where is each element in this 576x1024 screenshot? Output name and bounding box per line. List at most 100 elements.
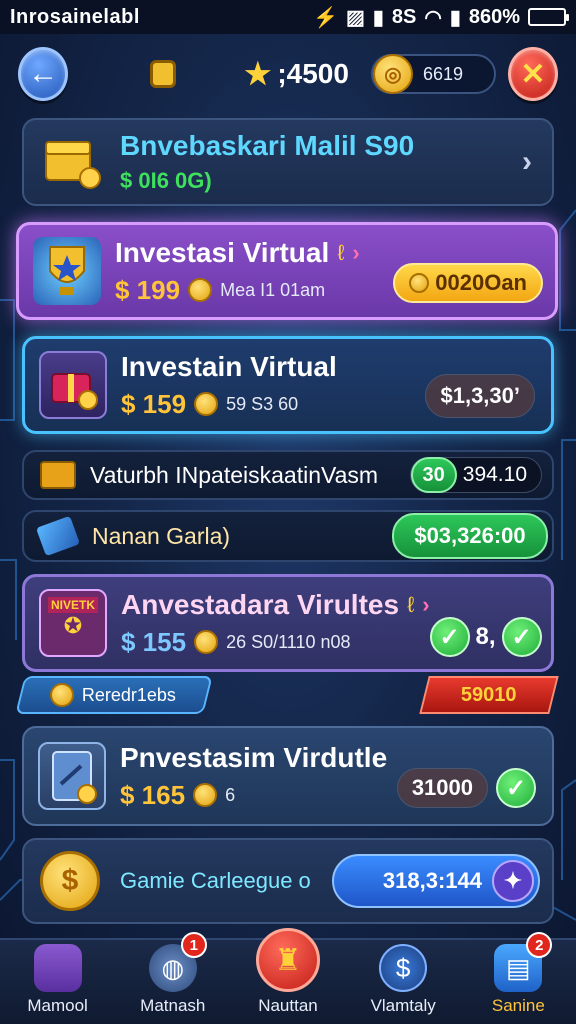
coin-icon [188,278,213,302]
notification-badge: 1 [180,932,207,958]
nav-label: Matnash [140,996,206,1015]
pill-value: 318,3:144 [382,868,482,893]
nav-label: Sanine [491,996,545,1015]
close-button[interactable]: ✕ [507,47,559,101]
card-price: $ 0I6 0G) [120,168,212,193]
nav-item-nauttan[interactable]: ♜ Nauttan [238,928,338,1016]
close-icon: ✕ [520,57,546,91]
coin-icon [50,683,74,707]
investment-card-1[interactable]: Investasi Virtual ℓ › $ 199 Mea I1 01am … [16,222,558,320]
investment-card-2[interactable]: Investain Virtual $ 159 59 S3 60 $1,3,30… [22,336,554,434]
coin-icon [409,273,430,293]
wallet-icon [33,944,82,992]
pill-value: $1,3,30ʼ [440,383,520,408]
back-button[interactable]: ← [18,47,69,101]
star-score: ★ ;4500 [244,57,349,92]
card-stack-icon [35,515,81,557]
wifi-icon: ◠ [424,6,442,29]
check-icon[interactable]: ✓ [501,617,542,657]
card-title: Anvestadara Virultes [121,588,400,620]
coin-icon [193,783,218,807]
coin-icon [194,392,219,416]
check-icon[interactable]: ✓ [496,768,536,808]
gold-coin-icon: $ [40,851,100,911]
emblem-icon: ✪ [63,613,83,638]
pill-value: 8, [475,623,496,650]
card-value-pill[interactable]: $03,326:00 [392,513,548,559]
certificate-icon: NIVETK ✪ [39,589,107,657]
star-badge-icon: ✦ [492,860,534,902]
coin-balance-value: 6619 [422,63,463,84]
chevron-right-icon[interactable]: › [522,145,532,179]
nav-item-matnash[interactable]: 1 ◍ Matnash [123,932,223,1016]
investment-card-4[interactable]: Nanan Garla) $03,326:00 [22,510,554,562]
charge-icon: ⚡ [313,6,338,29]
card-subtext: 6 [225,784,236,805]
card-title: Investain Virtual [121,350,337,382]
bonus-value: 59010 [461,683,517,706]
card-action-pill[interactable]: 0020Oan [393,263,543,303]
trophy-icon: ♜ [255,928,320,992]
card-price: $ 155 [121,626,187,657]
dollar-icon: $ [379,944,428,992]
coin-icon: ◎ [372,54,413,94]
card-title: Vaturbh INpateiskaatinVasm [90,461,379,488]
check-icon[interactable]: ✓ [429,617,470,657]
card-value-pill[interactable]: 30 394.10 [409,457,542,493]
carrier-name: Inrosainelabl [10,5,140,28]
pill-value: 394.10 [462,463,527,486]
card-title: Bnvebaskari Malil S90 [120,130,415,161]
signal-icon: ▮ [372,6,384,29]
card-subtext: Mea I1 01am [220,279,326,300]
notification-badge: 2 [526,932,553,958]
card-title: Nanan Garla) [92,522,231,549]
nav-item-vlamtaly[interactable]: $ Vlamtaly [353,944,453,1016]
battery-percent: 860% [468,5,520,28]
pin-icon: ℓ [337,239,345,265]
trophy-shield-icon [33,237,101,305]
bonus-ribbon[interactable]: 59010 [419,676,559,714]
investment-card-5[interactable]: NIVETK ✪ Anvestadara Virultes ℓ › $ 155 … [22,574,554,672]
investment-card-3[interactable]: Vaturbh INpateiskaatinVasm 30 394.10 [22,450,554,500]
card-price: $ 165 [120,779,186,810]
card-price: $ 199 [115,274,181,305]
image-icon: ▨ [345,6,365,29]
card-value-pill[interactable]: 318,3:144 ✦ [332,854,540,908]
rewards-label: Reredr1ebs [82,684,177,705]
battery-icon [528,8,569,26]
pill-value: 0020Oan [435,270,527,295]
inventory-icon[interactable] [150,60,177,88]
chevron-right-icon: › [422,591,430,617]
rewards-ribbon[interactable]: Reredr1ebs [15,676,213,714]
top-bar: ← ★ ;4500 ◎ 6619 ✕ [0,38,576,110]
investment-card-7[interactable]: $ Gamie Carleegue o 318,3:144 ✦ [22,838,554,924]
nav-label: Vlamtaly [370,996,436,1015]
investment-card-6[interactable]: Pnvestasim Virdutle $ 165 6 31000 ✓ [22,726,554,826]
bottom-nav: Mamool 1 ◍ Matnash ♜ Nauttan $ Vlamtaly … [0,928,576,1024]
gift-box-icon [39,351,107,419]
cell-signal-icon: ▮ [449,6,461,29]
status-bar: Inrosainelabl ⚡ ▨ ▮ 8S ◠ ▮ 860% [0,0,576,34]
ticket-icon [40,461,76,489]
card-value-pill[interactable]: $1,3,30ʼ [425,374,535,418]
pin-icon: ℓ [407,591,415,617]
pill-badge: 30 [410,457,457,493]
chevron-right-icon: › [352,239,360,265]
star-score-value: ;4500 [277,58,349,89]
card-value-pill[interactable]: 31000 [396,768,488,808]
signal-text: 8S [391,5,417,28]
coin-balance[interactable]: ◎ 6619 [370,54,496,94]
nav-item-sanine[interactable]: 2 ▤ Sanine [468,932,568,1016]
arrow-left-icon: ← [28,57,59,90]
tablet-icon [38,742,106,810]
card-subtext: 26 S0/1110 n08 [226,631,351,652]
thumb-label: NIVETK [47,597,98,613]
card-price: $ 159 [121,388,187,419]
card-title: Pnvestasim Virdutle [120,741,388,773]
investment-card-0[interactable]: Bnvebaskari Malil S90 $ 0I6 0G) › [22,118,554,206]
card-title: Gamie Carleegue o [120,868,311,893]
card-title: Investasi Virtual [115,236,330,268]
nav-label: Nauttan [258,996,318,1015]
nav-item-mamool[interactable]: Mamool [8,944,108,1016]
nav-label: Mamool [27,996,88,1015]
